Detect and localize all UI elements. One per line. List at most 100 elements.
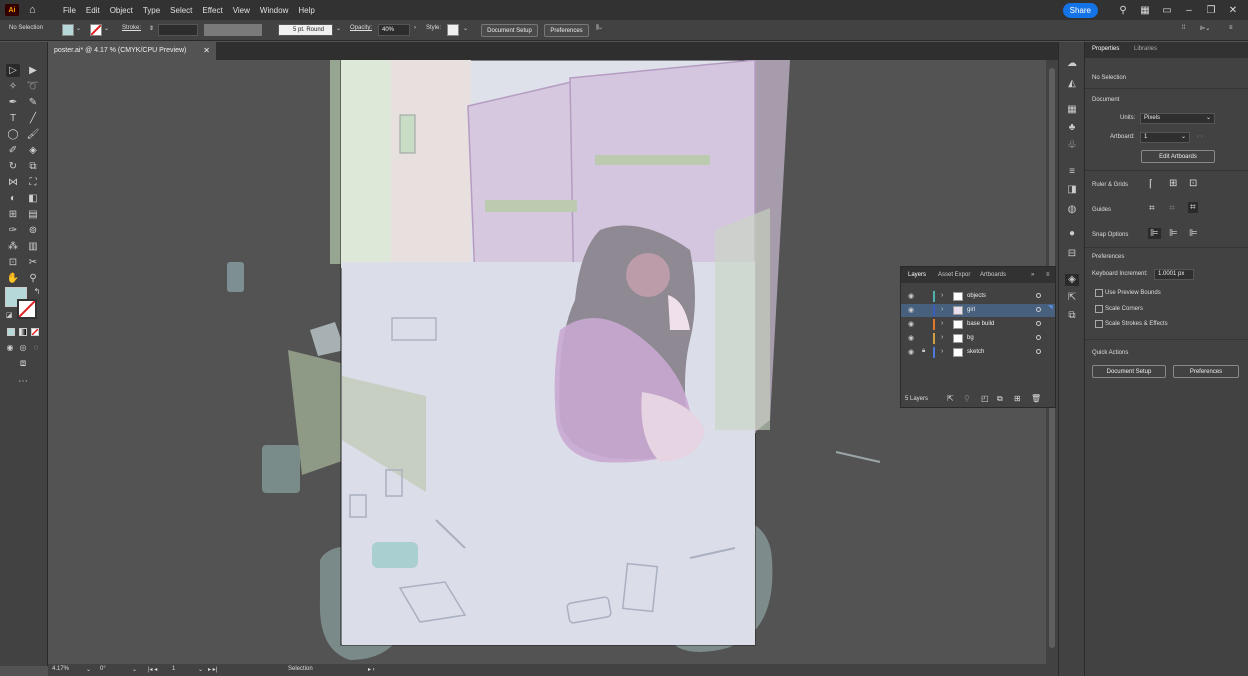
use-preview-bounds-checkbox[interactable]	[1095, 289, 1103, 297]
target-circle-icon[interactable]	[1036, 335, 1041, 340]
chevron-down-icon[interactable]: ⌄	[76, 25, 81, 32]
color-guide-icon[interactable]: ▦	[1065, 104, 1079, 116]
transparency-grid-icon[interactable]: ⊡	[1189, 178, 1197, 189]
lasso-icon[interactable]: ➰	[26, 80, 40, 93]
align-icon[interactable]: ⫼⌄	[596, 25, 602, 32]
menu-object[interactable]: Object	[110, 6, 133, 15]
panel-options-icon[interactable]: ⊫⌄	[1200, 25, 1210, 32]
rotation-value[interactable]: 0°	[100, 666, 106, 672]
panel-menu-icon[interactable]: ≡	[1046, 272, 1050, 278]
lock-guides-icon[interactable]: ⌗	[1169, 203, 1175, 214]
first-artboard-icon[interactable]: |◂ ◂	[148, 666, 157, 673]
rulers-icon[interactable]: ⌈	[1149, 179, 1153, 190]
snap-to-point-icon[interactable]: ⊫	[1148, 228, 1161, 239]
gradient-panel-icon[interactable]: ◨	[1065, 184, 1079, 196]
chevron-down-icon[interactable]: ⌄	[336, 25, 341, 32]
hand-tool-icon[interactable]: ✋	[6, 272, 20, 285]
close-tab-icon[interactable]: ✕	[203, 46, 210, 55]
stroke-panel-icon[interactable]: ≡	[1065, 166, 1079, 178]
units-select[interactable]: Pixels ⌄	[1140, 113, 1215, 124]
clipping-mask-icon[interactable]: ◰	[981, 394, 989, 403]
stroke-weight-field[interactable]	[158, 24, 198, 36]
opacity-label[interactable]: Opacity:	[350, 25, 372, 31]
artboard-tool-icon[interactable]: ⊡	[6, 256, 20, 269]
layer-name[interactable]: girl	[967, 307, 975, 313]
shaper-tool-icon[interactable]: ✐	[6, 144, 20, 157]
free-transform-icon[interactable]: ⛶	[26, 176, 40, 189]
document-setup-button[interactable]: Document Setup	[481, 24, 538, 37]
last-artboard-icon[interactable]: ▸ ▸|	[208, 666, 217, 673]
eraser-icon[interactable]: ◈	[26, 144, 40, 157]
chevron-right-icon[interactable]: ›	[941, 320, 943, 327]
scale-corners-checkbox[interactable]	[1095, 305, 1103, 313]
visibility-eye-icon[interactable]: ◉	[908, 306, 914, 314]
target-circle-icon[interactable]	[1036, 321, 1041, 326]
ellipse-tool-icon[interactable]: ◯	[6, 128, 20, 141]
export-icon[interactable]: ⇱	[947, 394, 954, 403]
search-icon[interactable]: ⚲	[1116, 5, 1130, 16]
graphic-styles-icon[interactable]: ◍	[1065, 204, 1079, 216]
column-graph-icon[interactable]: ▥	[26, 240, 40, 253]
tab-libraries[interactable]: Libraries	[1134, 46, 1157, 52]
draw-inside-icon[interactable]: ◌	[29, 341, 43, 354]
type-tool-icon[interactable]: T	[6, 112, 20, 125]
transparency-icon[interactable]: ◭	[1065, 78, 1079, 90]
opacity-field[interactable]: 40%	[378, 24, 410, 36]
preferences-button[interactable]: Preferences	[1173, 365, 1239, 378]
close-icon[interactable]: ✕	[1226, 5, 1240, 16]
gradient-mode-icon[interactable]	[19, 328, 27, 336]
shape-builder-icon[interactable]: ◐	[6, 192, 20, 205]
zoom-level[interactable]: 4.17%	[52, 666, 69, 672]
paintbrush-icon[interactable]: 🖌	[26, 128, 40, 141]
arrange-icon[interactable]: ⁞⁞	[1182, 25, 1185, 31]
chevron-right-icon[interactable]: ›	[414, 25, 416, 31]
document-tab[interactable]: poster.ai* @ 4.17 % (CMYK/CPU Preview) ✕	[48, 42, 216, 60]
layer-row[interactable]: ◉ › bg	[901, 332, 1055, 345]
gradient-tool-icon[interactable]: ▤	[26, 208, 40, 221]
search-icon[interactable]: ⚲	[964, 394, 970, 403]
fill-swatch[interactable]	[62, 24, 74, 36]
menu-file[interactable]: File	[63, 6, 76, 15]
variable-width-profile[interactable]	[204, 24, 262, 36]
target-circle-icon[interactable]	[1036, 293, 1041, 298]
target-circle-icon[interactable]	[1036, 307, 1041, 312]
preferences-button[interactable]: Preferences	[544, 24, 589, 37]
menu-edit[interactable]: Edit	[86, 6, 100, 15]
snap-to-grid-icon[interactable]: ⊫	[1169, 228, 1178, 239]
slice-tool-icon[interactable]: ✂	[26, 256, 40, 269]
layer-name[interactable]: base build	[967, 321, 994, 327]
stroke-label[interactable]: Stroke:	[122, 25, 141, 31]
target-circle-icon[interactable]	[1036, 349, 1041, 354]
artboard-select[interactable]: 1 ⌄	[1140, 132, 1190, 143]
new-layer-icon[interactable]: ⊞	[1014, 394, 1021, 403]
collapse-icon[interactable]: »	[1031, 272, 1034, 278]
tab-artboards[interactable]: Artboards	[980, 272, 1006, 278]
layer-name[interactable]: bg	[967, 335, 974, 341]
layer-name[interactable]: objects	[967, 293, 986, 299]
new-sublayer-icon[interactable]: ⧉	[997, 394, 1003, 404]
chevron-right-icon[interactable]: ›	[941, 292, 943, 299]
chevron-down-icon[interactable]: ⌄	[86, 666, 91, 673]
layer-row[interactable]: ◉ › objects	[901, 290, 1055, 303]
artboards-icon[interactable]: ⧉	[1065, 310, 1079, 322]
menu-window[interactable]: Window	[260, 6, 288, 15]
appearance-icon[interactable]: ☁	[1065, 58, 1079, 70]
line-tool-icon[interactable]: ╱	[26, 112, 40, 125]
symbol-sprayer-icon[interactable]: ⁂	[6, 240, 20, 253]
menu-select[interactable]: Select	[170, 6, 192, 15]
tab-asset-export[interactable]: Asset Expor	[938, 272, 970, 278]
chevron-down-icon[interactable]: ⌄	[198, 666, 203, 673]
chevron-right-icon[interactable]: ▸ ‹	[368, 666, 375, 673]
selection-tool-icon[interactable]: ▷	[6, 64, 20, 77]
restore-icon[interactable]: ❐	[1204, 5, 1218, 16]
chevron-down-icon[interactable]: ⌄	[104, 25, 109, 32]
perspective-grid-icon[interactable]: ⊞	[6, 208, 20, 221]
menu-icon[interactable]: ≡	[1229, 25, 1233, 31]
visibility-eye-icon[interactable]: ◉	[908, 292, 914, 300]
screen-mode-icon[interactable]: ⧈	[16, 357, 30, 370]
visibility-eye-icon[interactable]: ◉	[908, 320, 914, 328]
symbols-icon[interactable]: ♧	[1065, 140, 1079, 152]
edit-artboards-button[interactable]: Edit Artboards	[1141, 150, 1215, 163]
layer-name[interactable]: sketch	[967, 349, 984, 355]
curvature-tool-icon[interactable]: ✎	[26, 96, 40, 109]
